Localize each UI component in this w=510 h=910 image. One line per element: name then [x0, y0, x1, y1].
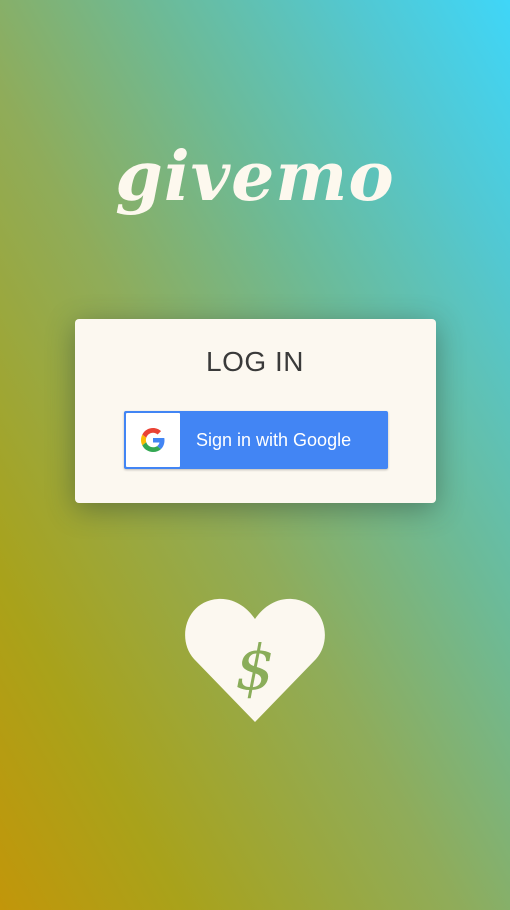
heart-dollar-icon: $: [185, 598, 325, 722]
google-sign-in-button[interactable]: Sign in with Google: [124, 411, 388, 469]
google-icon-container: [126, 413, 180, 467]
svg-text:$: $: [235, 631, 274, 704]
app-logo: givemo: [115, 137, 395, 217]
google-sign-in-label: Sign in with Google: [196, 430, 352, 450]
google-g-icon: [141, 428, 165, 452]
login-screen: givemo LOG IN Sign in with Google $: [0, 0, 510, 910]
login-title: LOG IN: [206, 346, 304, 377]
